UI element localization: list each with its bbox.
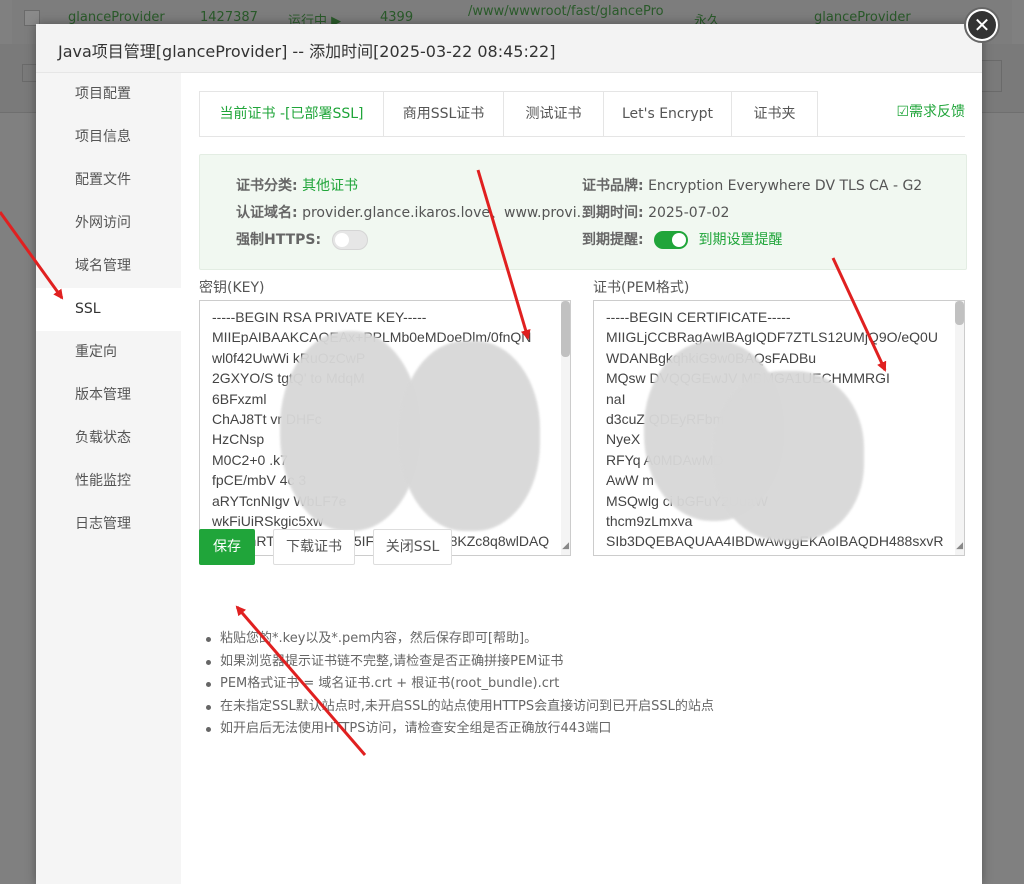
toggle-knob xyxy=(672,233,687,247)
dialog-title: Java项目管理[glanceProvider] -- 添加时间[2025-03… xyxy=(58,42,556,61)
cert-field-label: 证书(PEM格式) xyxy=(593,280,690,296)
dialog-header: Java项目管理[glanceProvider] -- 添加时间[2025-03… xyxy=(36,7,1000,73)
cert-domain-label: 认证域名: xyxy=(236,205,298,221)
private-key-line: -----BEGIN RSA PRIVATE KEY----- xyxy=(212,309,427,325)
sidebar-item-external-access[interactable]: 外网访问 xyxy=(36,202,181,245)
sidebar-item-config-file[interactable]: 配置文件 xyxy=(36,159,181,202)
close-button[interactable]: ✕ xyxy=(964,7,1000,43)
cert-expire: 到期时间: 2025-07-02 xyxy=(582,202,729,222)
cert-category: 证书分类: 其他证书 xyxy=(236,175,358,195)
resize-handle[interactable]: ◢ xyxy=(562,535,569,555)
ssl-content: 当前证书 -[已部署SSL] 商用SSL证书 测试证书 Let's Encryp… xyxy=(199,91,965,137)
cert-scrollbar[interactable] xyxy=(955,301,964,555)
sidebar-item-performance[interactable]: 性能监控 xyxy=(36,460,181,503)
feedback-link[interactable]: ☑需求反馈 xyxy=(896,101,965,121)
sidebar-item-logs[interactable]: 日志管理 xyxy=(36,503,181,546)
cert-category-value: 其他证书 xyxy=(302,178,359,194)
key-scrollbar[interactable] xyxy=(561,301,570,555)
sidebar-item-load-status[interactable]: 负载状态 xyxy=(36,417,181,460)
sidebar-item-redirect[interactable]: 重定向 xyxy=(36,331,181,374)
feedback-label: 需求反馈 xyxy=(909,104,965,120)
tip-item: 如果浏览器提示证书链不完整,请检查是否正确拼接PEM证书 xyxy=(206,651,714,674)
bg-path: /www/wwwroot/fast/glancePro xyxy=(468,4,664,19)
cert-brand: 证书品牌: Encryption Everywhere DV TLS CA - … xyxy=(582,175,922,195)
force-https-label: 强制HTTPS: xyxy=(236,232,322,248)
cert-domain: 认证域名: provider.glance.ikaros.love、www.pr… xyxy=(236,202,590,222)
ssl-tips-list: 粘贴您的*.key以及*.pem内容，然后保存即可[帮助]。 如果浏览器提示证书… xyxy=(206,628,714,741)
bg-name2: glanceProvider xyxy=(814,10,911,25)
redaction-blur xyxy=(280,331,420,531)
dialog-sidebar: 项目配置 项目信息 配置文件 外网访问 域名管理 SSL 重定向 版本管理 负载… xyxy=(36,73,181,884)
certificate-line: MIIGLjCCBRagAwIBAgIQDF7ZTLS12UMjQ9O/eQ0U xyxy=(606,329,938,346)
expire-remind-link[interactable]: 到期设置提醒 xyxy=(699,232,783,248)
tip-item: 在未指定SSL默认站点时,未开启SSL的站点使用HTTPS会直接访问到已开启SS… xyxy=(206,696,714,719)
force-https: 强制HTTPS: xyxy=(236,229,368,250)
download-cert-button[interactable]: 下载证书 xyxy=(273,529,355,565)
ssl-tabs: 当前证书 -[已部署SSL] 商用SSL证书 测试证书 Let's Encryp… xyxy=(199,91,965,137)
toggle-knob xyxy=(334,233,349,247)
cert-brand-value: Encryption Everywhere DV TLS CA - G2 xyxy=(648,178,923,194)
bg-pid: 1427387 xyxy=(200,10,258,25)
force-https-toggle[interactable] xyxy=(331,230,368,250)
sidebar-item-version[interactable]: 版本管理 xyxy=(36,374,181,417)
tip-text: 如果浏览器提示证书链不完整,请检查是否正确拼接PEM证书 xyxy=(220,653,564,669)
cert-expire-value: 2025-07-02 xyxy=(648,205,730,221)
cert-domain-value: provider.glance.ikaros.love、www.provi... xyxy=(302,205,590,221)
tab-lets-encrypt[interactable]: Let's Encrypt xyxy=(603,91,732,136)
cert-expire-label: 到期时间: xyxy=(582,205,644,221)
close-ssl-button[interactable]: 关闭SSL xyxy=(373,529,452,565)
cert-info-panel: 证书分类: 其他证书 认证域名: provider.glance.ikaros.… xyxy=(199,154,967,270)
expire-remind-toggle[interactable] xyxy=(654,231,689,249)
expire-remind: 到期提醒: 到期设置提醒 xyxy=(582,229,783,249)
sidebar-item-project-config[interactable]: 项目配置 xyxy=(36,73,181,116)
close-icon: ✕ xyxy=(968,11,996,39)
cert-brand-label: 证书品牌: xyxy=(582,178,644,194)
tip-item: 如开启后无法使用HTTPS访问，请检查安全组是否正确放行443端口 xyxy=(206,718,714,741)
certificate-line: -----BEGIN CERTIFICATE----- xyxy=(606,309,791,325)
tab-commercial-ssl[interactable]: 商用SSL证书 xyxy=(383,91,504,136)
key-field-label: 密钥(KEY) xyxy=(199,280,265,296)
tab-current-cert[interactable]: 当前证书 -[已部署SSL] xyxy=(199,91,384,137)
bg-port: 4399 xyxy=(380,10,414,25)
resize-handle[interactable]: ◢ xyxy=(956,535,963,555)
tip-text: PEM格式证书 = 域名证书.crt + 根证书(root_bundle).cr… xyxy=(220,676,560,691)
save-button[interactable]: 保存 xyxy=(199,529,255,565)
tip-item: 粘贴您的*.key以及*.pem内容，然后保存即可[帮助]。 xyxy=(206,628,714,651)
scroll-thumb[interactable] xyxy=(955,301,964,325)
private-key-textarea[interactable]: -----BEGIN RSA PRIVATE KEY-----MIIEpAIBA… xyxy=(199,300,571,556)
redaction-blur xyxy=(714,371,864,541)
certificate-line: WDANBgkqhkiG9w0BAQsFADBu xyxy=(606,348,952,368)
tab-cert-folder[interactable]: 证书夹 xyxy=(731,91,818,136)
bg-project-name: glanceProvider xyxy=(68,10,165,25)
java-project-dialog: Java项目管理[glanceProvider] -- 添加时间[2025-03… xyxy=(36,7,1000,884)
sidebar-item-domain[interactable]: 域名管理 xyxy=(36,245,181,288)
sidebar-item-ssl[interactable]: SSL xyxy=(36,288,181,331)
redaction-blur xyxy=(400,341,540,531)
tip-text: 如开启后无法使用HTTPS访问，请检查安全组是否正确放行443端口 xyxy=(220,721,612,736)
certificate-textarea[interactable]: -----BEGIN CERTIFICATE----- MIIGLjCCBRagA… xyxy=(593,300,965,556)
tabs-divider xyxy=(199,136,965,137)
expire-remind-label: 到期提醒: xyxy=(582,232,644,248)
sidebar-item-project-info[interactable]: 项目信息 xyxy=(36,116,181,159)
tip-text: 粘贴您的*.key以及*.pem内容，然后保存即可[帮助]。 xyxy=(220,631,538,646)
feedback-icon: ☑ xyxy=(896,104,909,120)
certificate-line: A... xyxy=(606,552,952,555)
cert-category-label: 证书分类: xyxy=(236,178,298,194)
tip-text: 在未指定SSL默认站点时,未开启SSL的站点使用HTTPS会直接访问到已开启SS… xyxy=(220,698,714,714)
scroll-thumb[interactable] xyxy=(561,301,570,357)
tab-test-cert[interactable]: 测试证书 xyxy=(503,91,604,136)
tip-item: PEM格式证书 = 域名证书.crt + 根证书(root_bundle).cr… xyxy=(206,673,714,696)
